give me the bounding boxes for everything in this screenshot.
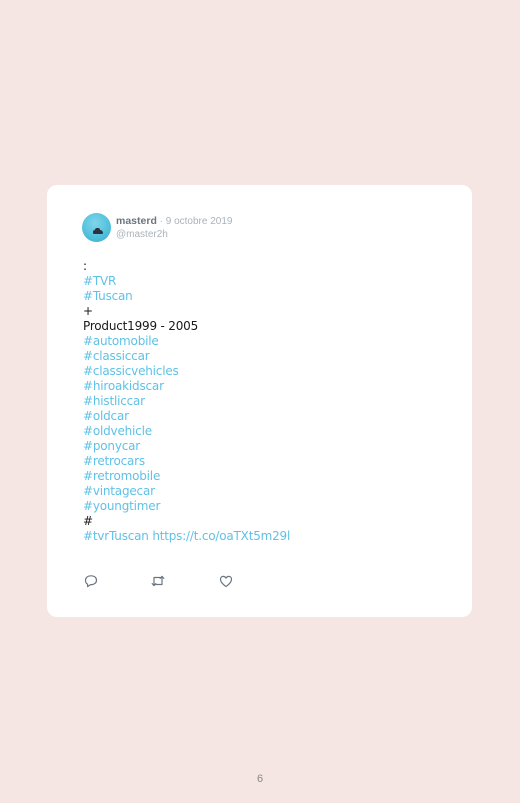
hashtag-link[interactable]: #classiccar — [83, 349, 290, 364]
hashtag-link[interactable]: #tvrTuscan https://t.co/oaTXt5m29l — [83, 529, 290, 544]
retweet-icon[interactable] — [150, 573, 166, 589]
hashtag-link[interactable]: #classicvehicles — [83, 364, 290, 379]
hashtag-link[interactable]: #hiroakidscar — [83, 379, 290, 394]
tweet-text-line: Product1999 - 2005 — [83, 319, 198, 333]
hashtag-link[interactable]: #Tuscan — [83, 289, 290, 304]
tweet-text-line: # — [83, 514, 93, 528]
hashtag-link[interactable]: #histliccar — [83, 394, 290, 409]
hashtag-link[interactable]: #retromobile — [83, 469, 290, 484]
tweet-text-line: : — [83, 259, 87, 273]
author-name[interactable]: masterd — [116, 215, 157, 227]
hashtag-link[interactable]: #youngtimer — [83, 499, 290, 514]
like-icon[interactable] — [218, 573, 234, 589]
hashtag-link[interactable]: #ponycar — [83, 439, 290, 454]
tweet-text-line: + — [83, 304, 93, 318]
hashtag-link[interactable]: #retrocars — [83, 454, 290, 469]
separator: · — [156, 216, 166, 227]
car-icon — [93, 228, 103, 234]
tweet-card: masterd · 9 octobre 2019 @master2h : #TVR… — [47, 185, 472, 617]
tweet-date[interactable]: 9 octobre 2019 — [166, 216, 233, 227]
hashtag-link[interactable]: #TVR — [83, 274, 290, 289]
tweet-body: : #TVR #Tuscan + Product1999 - 2005 #automobi… — [83, 259, 290, 544]
hashtag-link[interactable]: #oldvehicle — [83, 424, 290, 439]
hashtag-link[interactable]: #oldcar — [83, 409, 290, 424]
tweet-actions — [83, 573, 263, 589]
reply-icon[interactable] — [83, 573, 99, 589]
avatar[interactable] — [82, 213, 111, 242]
tweet-header: masterd · 9 octobre 2019 @master2h — [116, 215, 232, 241]
page-number: 6 — [256, 773, 264, 785]
author-handle[interactable]: @master2h — [116, 228, 232, 241]
hashtag-link[interactable]: #automobile — [83, 334, 290, 349]
hashtag-link[interactable]: #vintagecar — [83, 484, 290, 499]
